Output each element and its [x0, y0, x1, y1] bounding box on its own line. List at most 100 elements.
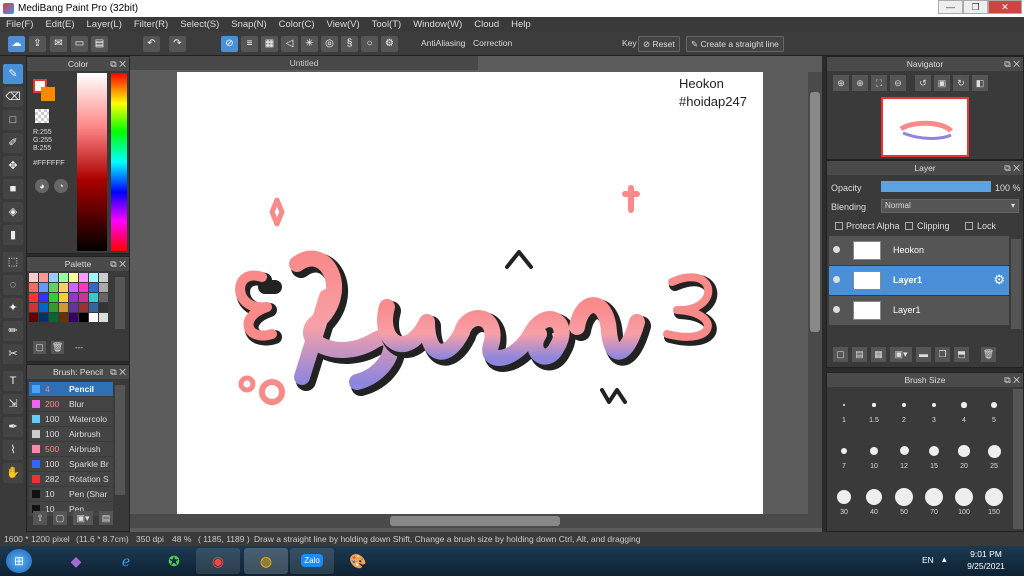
color-wheel-icon[interactable]: ◕ [35, 179, 49, 193]
brush-size-cell[interactable]: 25 [981, 441, 1007, 481]
menu-view[interactable]: View(V) [321, 17, 366, 32]
layer-row[interactable]: Layer1 ⚙ [829, 266, 1009, 295]
palette-swatch[interactable] [29, 313, 38, 322]
layer-row[interactable]: Heokon [829, 236, 1009, 265]
layer-scrollbar[interactable] [1011, 239, 1021, 329]
secondary-color-swatch[interactable] [41, 87, 55, 101]
rotate-right-icon[interactable]: ↻ [953, 75, 969, 91]
palette-swatch[interactable] [59, 273, 68, 282]
zoom-fit-icon[interactable]: ⊕ [833, 75, 849, 91]
copy-brush-icon[interactable]: ▢ [53, 511, 67, 525]
palette-swatch[interactable] [39, 303, 48, 312]
palette-swatch[interactable] [89, 313, 98, 322]
lock-checkbox[interactable] [965, 222, 973, 230]
minimize-button[interactable]: — [938, 0, 963, 14]
close-icon[interactable]: ⧉ ✕ [110, 365, 126, 379]
flip-icon[interactable]: ◧ [972, 75, 988, 91]
bucket-tool-icon[interactable]: ◈ [3, 202, 23, 222]
brush-item[interactable]: 282 Rotation S [29, 472, 113, 486]
close-button[interactable]: ✕ [988, 0, 1022, 14]
add-brush-icon[interactable]: ⇧ [33, 511, 47, 525]
redo-icon[interactable]: ↷ [169, 36, 186, 52]
menu-layer[interactable]: Layer(L) [81, 17, 128, 32]
divide-tool-icon[interactable]: ⇲ [3, 394, 23, 414]
palette-swatch[interactable] [59, 293, 68, 302]
palette-swatch[interactable] [69, 293, 78, 302]
brush-item[interactable]: 100 Sparkle Br [29, 457, 113, 471]
new-8bit-layer-icon[interactable]: ▦ [871, 347, 886, 362]
brush-size-cell[interactable]: 5 [981, 395, 1007, 435]
perspective-snap-icon[interactable]: ◁ [281, 36, 298, 52]
brush-size-cell[interactable]: 12 [891, 441, 917, 481]
brush-item[interactable]: 200 Blur [29, 397, 113, 411]
palette-swatch[interactable] [49, 283, 58, 292]
menu-file[interactable]: File(F) [0, 17, 39, 32]
gradation-tool-icon[interactable]: ▮ [3, 225, 23, 245]
close-icon[interactable]: ⧉ ✕ [1004, 373, 1020, 387]
palette-swatch[interactable] [79, 273, 88, 282]
navigator-thumbnail[interactable] [881, 97, 969, 157]
palette-swatch[interactable] [49, 273, 58, 282]
comment-icon[interactable]: ✉ [50, 36, 67, 52]
palette-scrollbar[interactable] [115, 277, 125, 329]
magic-wand-icon[interactable]: ✦ [3, 298, 23, 318]
new-halftone-layer-icon[interactable]: ▤ [852, 347, 867, 362]
brush-size-cell[interactable]: 100 [951, 487, 977, 527]
text-tool-icon[interactable]: T [3, 371, 23, 391]
menu-snap[interactable]: Snap(N) [225, 17, 272, 32]
select-pen-icon[interactable]: ✏ [3, 321, 23, 341]
palette-swatch[interactable] [69, 273, 78, 282]
palette-swatch[interactable] [49, 313, 58, 322]
undo-icon[interactable]: ↶ [143, 36, 160, 52]
menu-help[interactable]: Help [505, 17, 537, 32]
zoom-out-icon[interactable]: ⊖ [890, 75, 906, 91]
visibility-eye-icon[interactable] [833, 306, 840, 313]
brush-size-cell[interactable]: 70 [921, 487, 947, 527]
brush-item[interactable]: 100 Airbrush [29, 427, 113, 441]
share-icon[interactable]: ⇪ [29, 36, 46, 52]
visibility-eye-icon[interactable] [833, 276, 840, 283]
lasso-icon[interactable]: ◌ [3, 275, 23, 295]
palette-swatch[interactable] [29, 283, 38, 292]
visual-studio-icon[interactable]: ◆ [54, 548, 98, 574]
palette-swatch[interactable] [29, 303, 38, 312]
dot-tool-icon[interactable]: □ [3, 110, 23, 130]
palette-swatch[interactable] [99, 283, 108, 292]
ellipse-snap-icon[interactable]: ○ [361, 36, 378, 52]
drawing-canvas[interactable]: Heokon #hoidap247 Buồn [177, 72, 763, 514]
palette-swatch[interactable] [29, 293, 38, 302]
clock[interactable]: 9:01 PM 9/25/2021 [966, 549, 1006, 571]
reset-view-icon[interactable]: ▣ [934, 75, 950, 91]
blending-select[interactable]: Normal ▾ [881, 199, 1019, 213]
brush-settings-icon[interactable]: ▤ [99, 511, 113, 525]
brush-item[interactable]: 100 Watercolo [29, 412, 113, 426]
palette-swatch[interactable] [69, 313, 78, 322]
snap-off-icon[interactable]: ⊘ [221, 36, 238, 52]
palette-swatch[interactable] [89, 293, 98, 302]
brush-item[interactable]: 4 Pencil [29, 382, 113, 396]
snap-settings-icon[interactable]: ⚙ [381, 36, 398, 52]
new-palette-icon[interactable]: ▢ [33, 341, 46, 354]
brush-size-cell[interactable]: 4 [951, 395, 977, 435]
parallel-snap-icon[interactable]: ≡ [241, 36, 258, 52]
fit-window-icon[interactable]: ⛶ [871, 75, 887, 91]
fill-rect-icon[interactable]: ■ [3, 179, 23, 199]
palette-swatch[interactable] [59, 313, 68, 322]
brush-size-cell[interactable]: 20 [951, 441, 977, 481]
layer-add-menu-icon[interactable]: ▣▾ [890, 347, 912, 362]
reset-button[interactable]: ⊘ Reset [638, 36, 680, 52]
duplicate-layer-icon[interactable]: ❐ [935, 347, 950, 362]
palette-swatch[interactable] [79, 293, 88, 302]
menu-filter[interactable]: Filter(R) [128, 17, 174, 32]
menu-edit[interactable]: Edit(E) [39, 17, 80, 32]
palette-swatch[interactable] [39, 293, 48, 302]
color-saturation-area[interactable] [77, 73, 107, 251]
select-eraser-icon[interactable]: ✂ [3, 344, 23, 364]
brush-size-cell[interactable]: 30 [831, 487, 857, 527]
menu-window[interactable]: Window(W) [407, 17, 468, 32]
palette-swatch[interactable] [59, 303, 68, 312]
clipping-checkbox[interactable] [905, 222, 913, 230]
palette-swatch[interactable] [99, 313, 108, 322]
palette-swatch[interactable] [59, 283, 68, 292]
hue-slider[interactable] [111, 73, 127, 251]
